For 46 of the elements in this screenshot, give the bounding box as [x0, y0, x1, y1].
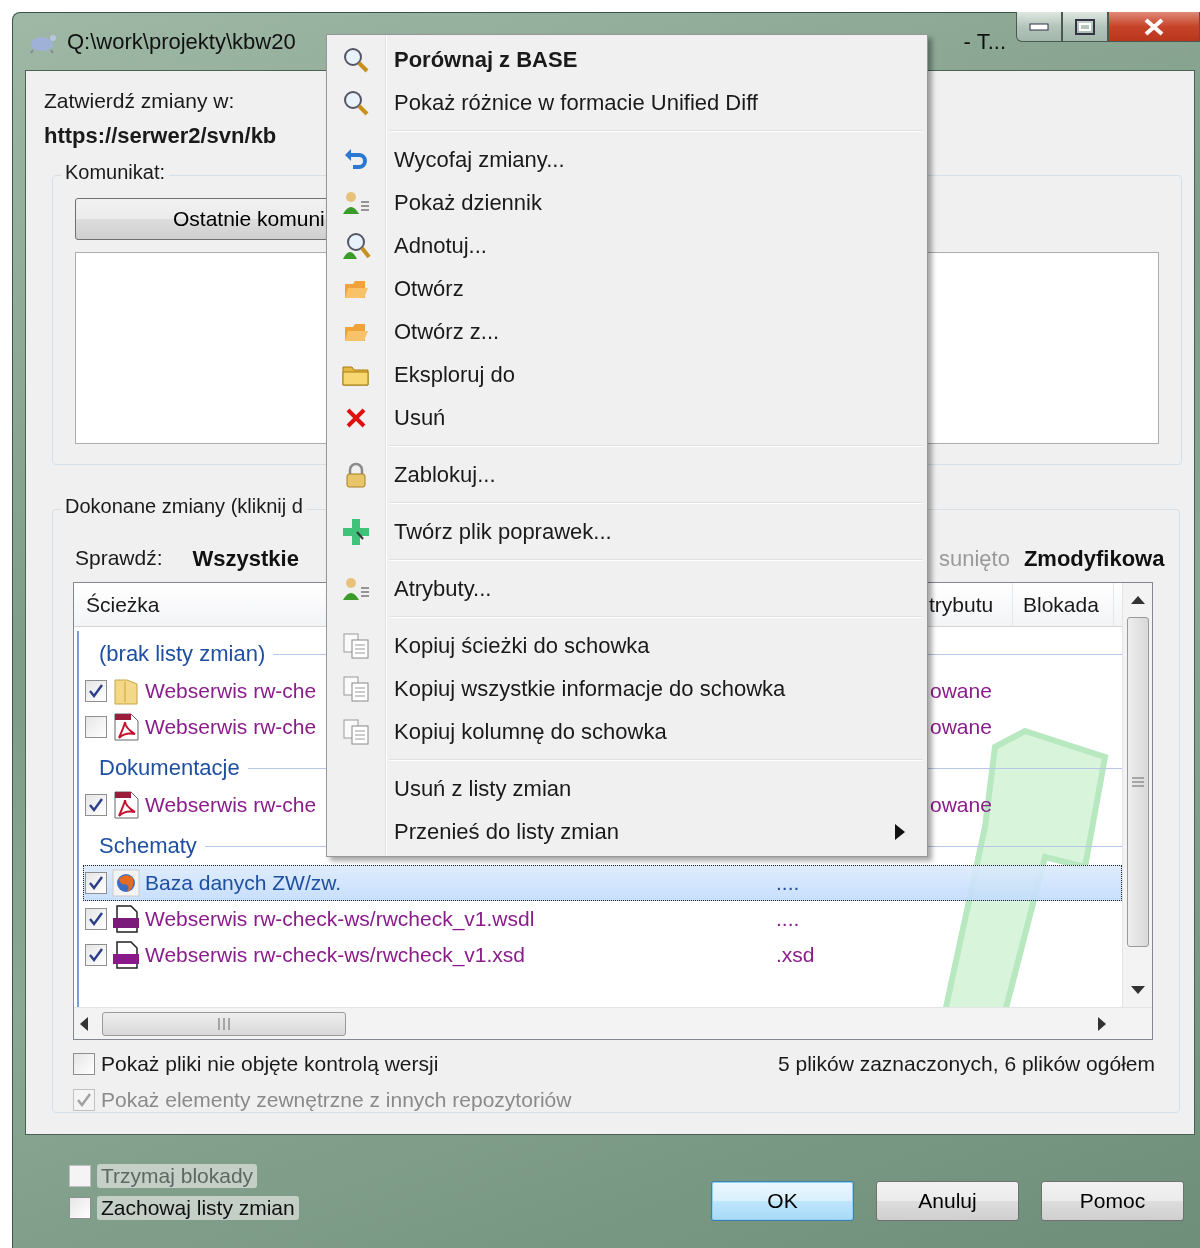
- file-path[interactable]: Webserwis rw-check-ws/rwcheck_v1.wsdl: [145, 907, 535, 931]
- menu-item[interactable]: Kopiuj ścieżki do schowka: [327, 624, 927, 667]
- window-title: Q:\work\projekty\kbw20: [67, 28, 296, 55]
- selected-row[interactable]: Baza danych ZW/zw. ....: [83, 865, 1122, 901]
- menu-item[interactable]: Otwórz z...: [327, 310, 927, 353]
- menu-item[interactable]: Twórz plik poprawek...: [327, 510, 927, 553]
- menu-item[interactable]: Pokaż różnice w formacie Unified Diff: [327, 81, 927, 124]
- menu-item[interactable]: Wycofaj zmiany...: [327, 138, 927, 181]
- menu-item[interactable]: Usuń: [327, 396, 927, 439]
- dialog-button[interactable]: OK: [711, 1180, 854, 1221]
- menu-item[interactable]: Kopiuj kolumnę do schowka: [327, 710, 927, 753]
- group-header: Dokumentacje: [99, 755, 240, 781]
- file-path[interactable]: Webserwis rw-check-ws/rwcheck_v1.xsd: [145, 943, 526, 967]
- window-title: - T...: [963, 28, 1006, 55]
- group-header: (brak listy zmian): [99, 641, 266, 667]
- dialog-button[interactable]: Anuluj: [876, 1180, 1019, 1221]
- file-path[interactable]: Webserwis rw-che: [145, 793, 317, 817]
- extension-cell-text: .xsd: [775, 943, 816, 967]
- menu-item[interactable]: Przenieś do listy zmian: [327, 810, 927, 853]
- file-path[interactable]: Webserwis rw-che: [145, 715, 317, 739]
- dialog-button[interactable]: Pomoc: [1041, 1180, 1184, 1221]
- commit-to-label: Zatwierdź zmiany w:: [44, 89, 235, 113]
- selection-summary: 5 plików zaznaczonych, 6 plików ogółem: [777, 1052, 1155, 1076]
- status-cell-text: owane: [929, 793, 993, 817]
- column-header[interactable]: Blokada: [1013, 583, 1114, 626]
- extension-cell-text: ....: [775, 907, 801, 931]
- option-label[interactable]: Pokaż pliki nie objęte kontrolą wersji: [101, 1052, 439, 1076]
- menu-item[interactable]: Eksploruj do: [327, 353, 927, 396]
- menu-item[interactable]: Porównaj z BASE: [327, 38, 927, 81]
- option-label[interactable]: Zachowaj listy zmian: [97, 1195, 299, 1220]
- group-header: Schematy: [99, 833, 197, 859]
- menu-item[interactable]: Zablokuj...: [327, 453, 927, 496]
- filter-link[interactable]: Wszystkie: [192, 546, 299, 572]
- menu-item[interactable]: Usuń z listy zmian: [327, 767, 927, 810]
- status-cell-text: owane: [929, 679, 993, 703]
- extension-cell-text: ....: [775, 871, 801, 895]
- filter-link[interactable]: Zmodyfikowa: [1023, 546, 1165, 572]
- file-path[interactable]: Baza danych ZW/zw.: [145, 871, 342, 895]
- menu-item[interactable]: Kopiuj wszystkie informacje do schowka: [327, 667, 927, 710]
- file-path[interactable]: Webserwis rw-che: [145, 679, 317, 703]
- group-legend: Dokonane zmiany (kliknij d: [61, 495, 307, 518]
- status-cell-text: owane: [929, 715, 993, 739]
- filter-label: Sprawdź:: [75, 546, 163, 570]
- menu-item[interactable]: Otwórz: [327, 267, 927, 310]
- menu-item[interactable]: Atrybuty...: [327, 567, 927, 610]
- repository-url: https://serwer2/svn/kb: [44, 123, 277, 149]
